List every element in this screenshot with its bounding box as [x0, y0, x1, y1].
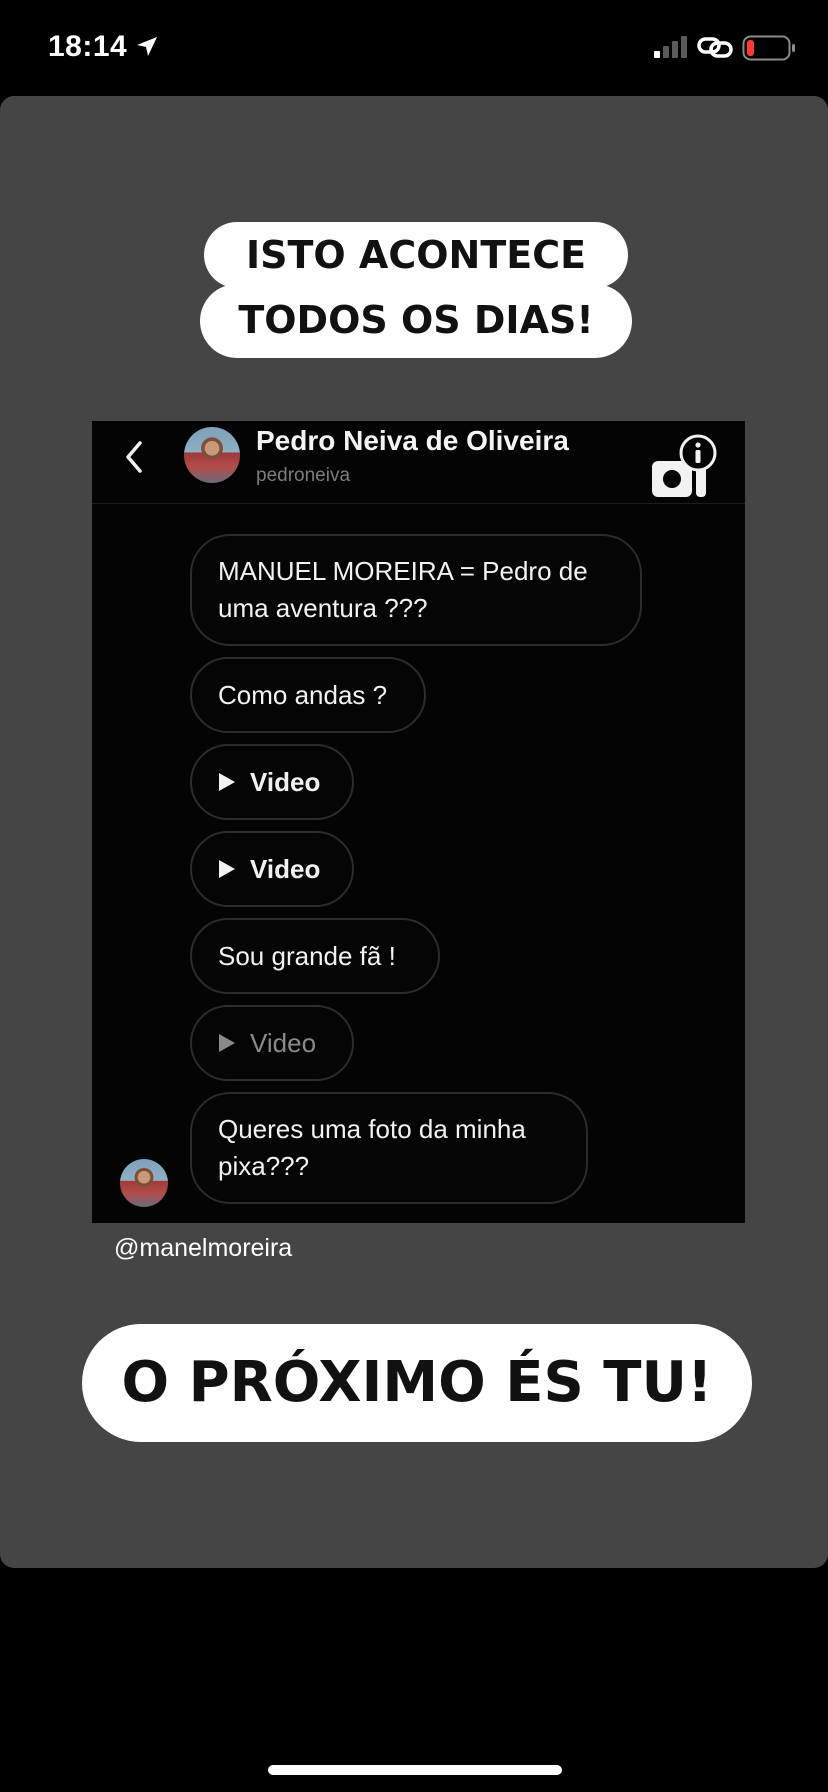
- dm-header: Pedro Neiva de Oliveira pedroneiva: [92, 421, 745, 504]
- dm-screenshot: Pedro Neiva de Oliveira pedroneiva MANUE…: [92, 421, 745, 1223]
- back-chevron-icon: [126, 441, 142, 473]
- battery-icon: [742, 35, 795, 61]
- play-icon: [219, 773, 235, 791]
- username-tag: @manelmoreira: [114, 1234, 293, 1262]
- status-bar: 18:14: [0, 0, 828, 96]
- message-text: Queres uma foto da minha pixa???: [218, 1114, 526, 1181]
- contact-name: Pedro Neiva de Oliveira: [256, 425, 569, 456]
- message-bubble: Sou grande fã !: [190, 918, 440, 994]
- message-bubble: MANUEL MOREIRA = Pedro de uma aventura ?…: [190, 534, 642, 646]
- headline-line-2: TODOS OS DIAS!: [200, 284, 632, 358]
- status-time: 18:14: [48, 30, 128, 63]
- video-label: Video: [250, 766, 321, 797]
- contact-avatar: [184, 427, 240, 483]
- message-bubble: Como andas ?: [190, 657, 426, 733]
- video-message-bubble: Video: [190, 744, 354, 820]
- headline-line-1: ISTO ACONTECE: [204, 222, 628, 288]
- sender-avatar: [120, 1159, 168, 1207]
- message-bubble: Queres uma foto da minha pixa???: [190, 1092, 588, 1204]
- location-arrow-icon: [137, 37, 157, 56]
- message-text: Como andas ?: [218, 679, 388, 710]
- contact-handle: pedroneiva: [256, 465, 351, 486]
- message-text: Sou grande fã !: [218, 940, 396, 971]
- video-label: Video: [250, 853, 321, 884]
- play-icon: [219, 1034, 235, 1052]
- home-indicator[interactable]: [268, 1765, 562, 1775]
- link-icon: [697, 37, 733, 58]
- info-icon: [679, 434, 717, 472]
- message-text: MANUEL MOREIRA = Pedro de uma aventura ?…: [218, 556, 588, 623]
- video-label: Video: [250, 1027, 317, 1058]
- video-message-bubble: Video: [190, 1005, 354, 1081]
- signal-icon: [654, 36, 687, 58]
- play-icon: [219, 860, 235, 878]
- video-message-bubble: Video: [190, 831, 354, 907]
- cta-banner: O PRÓXIMO ÉS TU!: [82, 1324, 752, 1442]
